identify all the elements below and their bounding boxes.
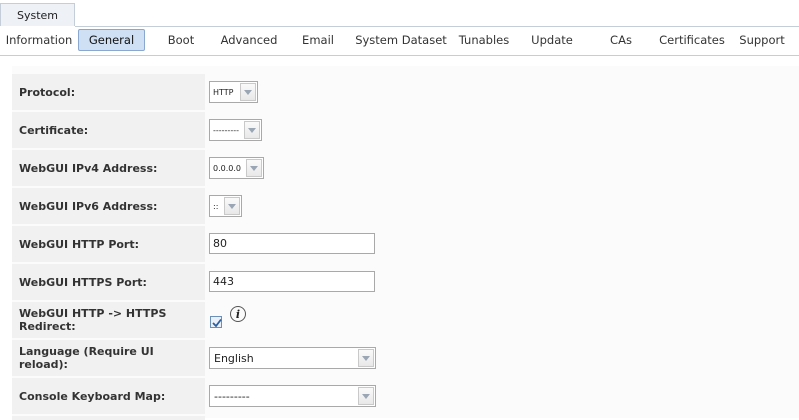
keymap-row: Console Keyboard Map: --------- <box>12 378 799 414</box>
certificate-row: Certificate: --------- <box>12 112 799 148</box>
keymap-label: Console Keyboard Map: <box>12 378 205 414</box>
protocol-row: Protocol: HTTP <box>12 74 799 110</box>
https-port-value-cell <box>208 264 799 300</box>
ipv6-row: WebGUI IPv6 Address: :: <box>12 188 799 224</box>
http-port-value-cell <box>208 226 799 262</box>
tab-cas-label: CAs <box>610 33 632 47</box>
certificate-dropdown-button[interactable] <box>244 121 260 139</box>
info-icon[interactable]: i <box>230 306 246 322</box>
chevron-down-icon <box>362 355 370 361</box>
keymap-selected-value: --------- <box>214 389 250 403</box>
keymap-dropdown-button[interactable] <box>358 387 374 405</box>
https-port-row: WebGUI HTTPS Port: <box>12 264 799 300</box>
tab-update[interactable]: Update <box>526 29 578 51</box>
https-port-label: WebGUI HTTPS Port: <box>12 264 205 300</box>
protocol-label: Protocol: <box>12 74 205 110</box>
ipv6-label: WebGUI IPv6 Address: <box>12 188 205 224</box>
ipv4-dropdown-button[interactable] <box>246 159 262 177</box>
tab-advanced[interactable]: Advanced <box>216 29 282 51</box>
tab-certificates[interactable]: Certificates <box>656 29 728 51</box>
keymap-value-cell: --------- <box>208 378 799 414</box>
ipv6-dropdown-button[interactable] <box>224 197 240 215</box>
protocol-selected-value: HTTP <box>213 87 234 97</box>
tab-email[interactable]: Email <box>296 29 340 51</box>
ipv4-selected-value: 0.0.0.0 <box>213 163 241 173</box>
chevron-down-icon <box>244 89 252 95</box>
tab-tunables-label: Tunables <box>458 33 510 47</box>
tab-support-label: Support <box>739 33 785 47</box>
tab-email-label: Email <box>302 33 334 47</box>
tab-system[interactable]: System <box>0 3 75 26</box>
tab-advanced-label: Advanced <box>220 33 278 47</box>
tab-boot[interactable]: Boot <box>160 29 202 51</box>
redirect-checkbox[interactable] <box>210 316 222 328</box>
keymap-select[interactable]: --------- <box>209 385 376 407</box>
certificate-selected-value: --------- <box>213 125 239 135</box>
http-port-row: WebGUI HTTP Port: <box>12 226 799 262</box>
ipv6-value-cell: :: <box>208 188 799 224</box>
sub-tab-bar: Information General Boot Advanced Email … <box>0 27 799 56</box>
ipv6-address-select[interactable]: :: <box>209 195 242 217</box>
https-port-input[interactable] <box>209 271 375 292</box>
tab-information[interactable]: Information <box>4 29 74 51</box>
redirect-row: WebGUI HTTP -> HTTPS Redirect: i <box>12 302 799 338</box>
certificate-select[interactable]: --------- <box>209 119 262 141</box>
http-port-label: WebGUI HTTP Port: <box>12 226 205 262</box>
protocol-select[interactable]: HTTP <box>209 81 258 103</box>
language-row: Language (Require UI reload): English <box>12 340 799 376</box>
language-dropdown-button[interactable] <box>358 349 374 367</box>
tab-support[interactable]: Support <box>736 29 788 51</box>
language-select[interactable]: English <box>209 347 376 369</box>
ipv4-value-cell: 0.0.0.0 <box>208 150 799 186</box>
protocol-value-cell: HTTP <box>208 74 799 110</box>
tab-general-label: General <box>88 33 135 47</box>
tab-certificates-label: Certificates <box>659 33 725 47</box>
language-selected-value: English <box>214 351 254 365</box>
next-row-partial <box>12 416 799 420</box>
certificate-label: Certificate: <box>12 112 205 148</box>
tab-system-dataset[interactable]: System Dataset <box>354 29 448 51</box>
ipv6-selected-value: :: <box>213 201 219 211</box>
protocol-dropdown-button[interactable] <box>240 83 256 101</box>
tab-general[interactable]: General <box>78 29 145 51</box>
next-row-label-stub <box>12 416 205 420</box>
redirect-value-cell: i <box>208 302 799 338</box>
ipv4-label: WebGUI IPv4 Address: <box>12 150 205 186</box>
chevron-down-icon <box>362 393 370 399</box>
language-label: Language (Require UI reload): <box>12 340 205 376</box>
tab-information-label: Information <box>5 33 73 47</box>
chevron-down-icon <box>250 165 258 171</box>
checkmark-icon <box>212 318 222 328</box>
language-value-cell: English <box>208 340 799 376</box>
tab-tunables[interactable]: Tunables <box>454 29 514 51</box>
tab-system-dataset-label: System Dataset <box>355 33 447 47</box>
tab-cas[interactable]: CAs <box>602 29 640 51</box>
tab-boot-label: Boot <box>167 33 195 47</box>
top-tab-bar: System <box>0 0 799 27</box>
tab-update-label: Update <box>531 33 573 47</box>
general-settings-form: Protocol: HTTP Certificate: --------- We… <box>12 66 799 420</box>
tab-system-label: System <box>16 8 59 22</box>
http-port-input[interactable] <box>209 233 375 254</box>
info-icon-glyph: i <box>235 307 241 321</box>
redirect-label: WebGUI HTTP -> HTTPS Redirect: <box>12 302 205 338</box>
ipv4-row: WebGUI IPv4 Address: 0.0.0.0 <box>12 150 799 186</box>
ipv4-address-select[interactable]: 0.0.0.0 <box>209 157 264 179</box>
certificate-value-cell: --------- <box>208 112 799 148</box>
chevron-down-icon <box>248 127 256 133</box>
chevron-down-icon <box>228 203 236 209</box>
